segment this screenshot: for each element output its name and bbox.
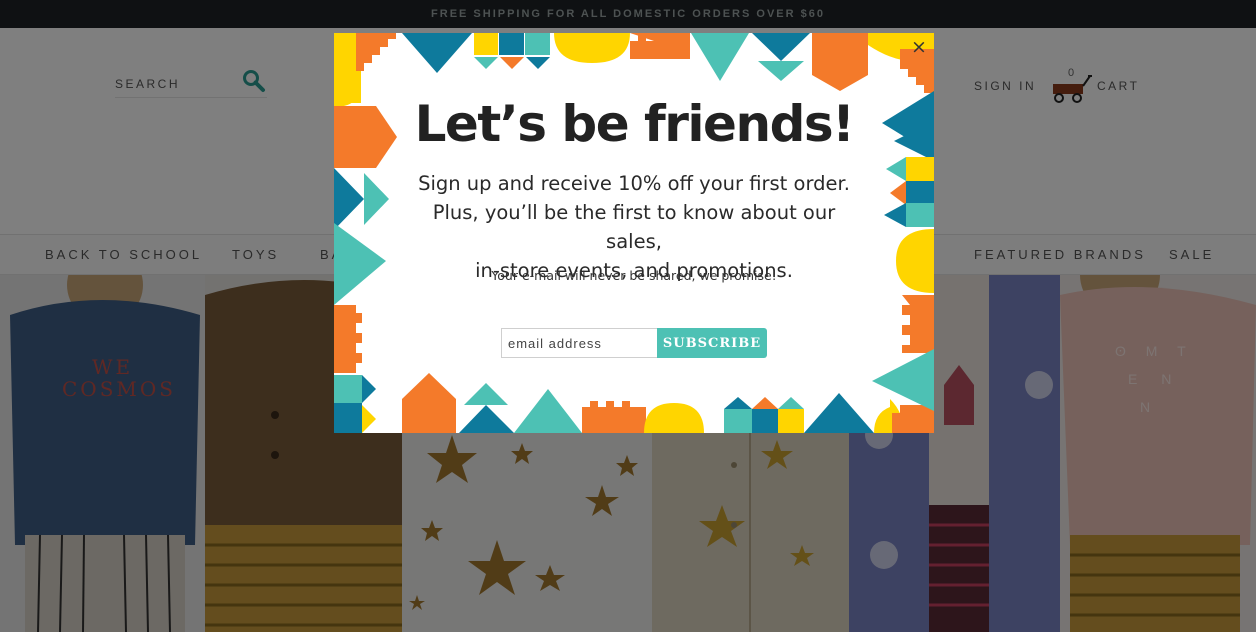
subscribe-form: SUBSCRIBE	[501, 328, 767, 358]
newsletter-modal: × Let’s be friends! Sign up and receive …	[334, 33, 934, 433]
modal-body-line-1: Sign up and receive 10% off your first o…	[418, 172, 850, 195]
modal-body-line-2: Plus, you’ll be the first to know about …	[432, 201, 836, 253]
close-icon[interactable]: ×	[909, 36, 929, 58]
email-field[interactable]	[501, 328, 657, 358]
subscribe-button[interactable]: SUBSCRIBE	[657, 328, 767, 358]
privacy-note: Your e-mail will never be shared, we pro…	[491, 268, 777, 283]
modal-title: Let’s be friends!	[414, 95, 855, 153]
